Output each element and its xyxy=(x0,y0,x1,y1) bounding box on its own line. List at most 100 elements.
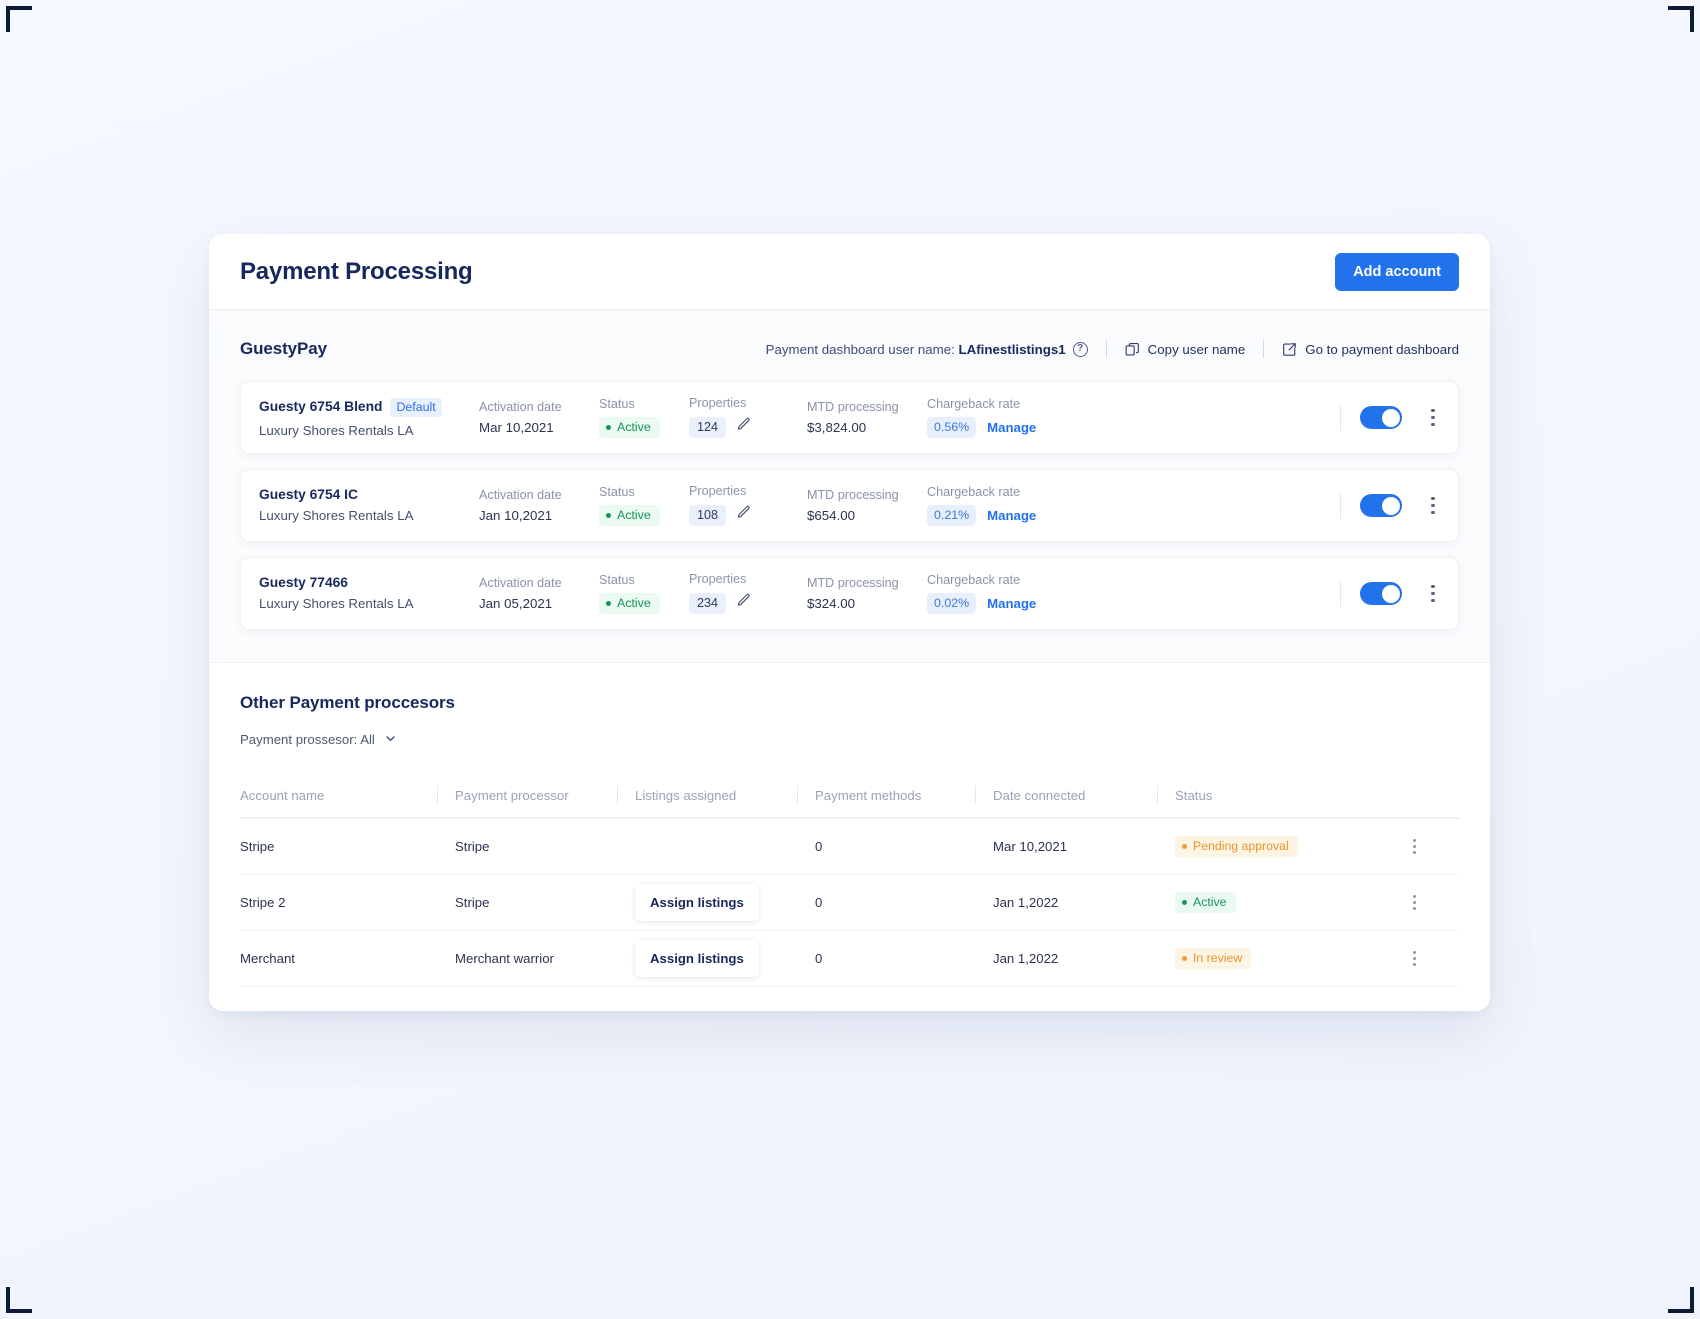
properties-count: 108 xyxy=(689,505,727,526)
activation-date-value: Jan 10,2021 xyxy=(479,507,553,523)
edit-pencil-icon[interactable] xyxy=(736,593,751,613)
manage-link[interactable]: Manage xyxy=(987,596,1036,611)
properties-label: Properties xyxy=(689,396,747,411)
properties-row: 124 xyxy=(689,417,807,438)
account-name: Guesty 6754 IC xyxy=(259,487,358,503)
account-card[interactable]: Guesty 77466 Luxury Shores Rentals LA Ac… xyxy=(240,557,1459,630)
crop-mark-top-right xyxy=(1668,6,1694,32)
status-cell: Status Active xyxy=(599,573,689,614)
chargeback-rate: 0.02% xyxy=(927,593,977,614)
cell-listings-assigned: Assign listings xyxy=(617,884,797,921)
go-to-payment-dashboard-button[interactable]: Go to payment dashboard xyxy=(1282,342,1459,357)
other-processors-title: Other Payment proccesors xyxy=(240,693,455,712)
cell-date-connected: Jan 1,2022 xyxy=(993,895,1059,910)
chargeback-label: Chargeback rate xyxy=(927,396,1021,411)
copy-icon xyxy=(1125,342,1140,357)
properties-cell: Properties 124 xyxy=(689,396,807,438)
properties-row: 234 xyxy=(689,593,807,614)
cell-payment-processor: Stripe xyxy=(455,839,490,854)
account-overflow-menu-button[interactable] xyxy=(1416,577,1450,611)
status-badge: Active xyxy=(1175,892,1236,913)
row-overflow-menu-button[interactable] xyxy=(1400,945,1428,973)
table-row[interactable]: Merchant Merchant warrior Assign listing… xyxy=(240,930,1459,986)
status-label: Status xyxy=(599,396,635,411)
question-circle-icon[interactable]: ? xyxy=(1072,341,1088,357)
chevron-down-icon xyxy=(384,732,397,748)
cell-payment-methods: 0 xyxy=(815,895,823,910)
account-card-controls xyxy=(1340,401,1450,435)
assign-listings-button[interactable]: Assign listings xyxy=(635,940,759,977)
manage-link[interactable]: Manage xyxy=(987,508,1036,523)
crop-mark-bottom-left xyxy=(6,1287,32,1313)
status-dot-icon xyxy=(606,424,611,430)
status-text: In review xyxy=(1193,951,1243,966)
activation-date-label: Activation date xyxy=(479,576,562,591)
account-overflow-menu-button[interactable] xyxy=(1416,401,1450,435)
account-enabled-toggle[interactable] xyxy=(1360,406,1402,429)
properties-row: 108 xyxy=(689,505,807,526)
mtd-label: MTD processing xyxy=(807,400,899,415)
mtd-value: $654.00 xyxy=(807,507,856,523)
divider xyxy=(1340,404,1341,431)
chargeback-rate: 0.56% xyxy=(927,417,977,438)
status-cell: Status Active xyxy=(599,396,689,438)
cell-date-connected: Jan 1,2022 xyxy=(993,951,1059,966)
status-badge: Active xyxy=(599,593,660,614)
payment-processor-filter[interactable]: Payment prossesor: All xyxy=(240,732,397,748)
account-card[interactable]: Guesty 6754 IC Luxury Shores Rentals LA … xyxy=(240,469,1459,542)
edit-pencil-icon[interactable] xyxy=(736,505,751,525)
table-row[interactable]: Stripe Stripe 0 Mar 10,2021 Pending appr… xyxy=(240,818,1459,874)
assign-listings-button[interactable]: Assign listings xyxy=(635,884,759,921)
guestypay-section: GuestyPay Payment dashboard user name: L… xyxy=(209,310,1490,663)
divider xyxy=(1340,492,1341,519)
table-row[interactable]: Stripe 2 Stripe Assign listings 0 Jan 1,… xyxy=(240,874,1459,930)
properties-cell: Properties 108 xyxy=(689,485,807,526)
account-card[interactable]: Guesty 6754 Blend Default Luxury Shores … xyxy=(240,381,1459,454)
account-name: Guesty 6754 Blend xyxy=(259,399,383,415)
account-name: Guesty 77466 xyxy=(259,575,348,591)
column-header-listings-assigned: Listings assigned xyxy=(617,788,797,803)
account-card-list: Guesty 6754 Blend Default Luxury Shores … xyxy=(240,381,1459,630)
edit-pencil-icon[interactable] xyxy=(736,417,751,437)
mtd-processing-cell: MTD processing $654.00 xyxy=(807,489,927,522)
manage-link[interactable]: Manage xyxy=(987,420,1036,435)
activation-date-cell: Activation date Jan 05,2021 xyxy=(479,577,599,610)
app-background: Payment Processing Add account GuestyPay… xyxy=(0,0,1700,1319)
page-header: Payment Processing Add account xyxy=(209,234,1490,310)
add-account-button[interactable]: Add account xyxy=(1335,252,1459,291)
mtd-value: $324.00 xyxy=(807,595,856,611)
column-header-payment-methods: Payment methods xyxy=(797,788,975,803)
status-badge: In review xyxy=(1175,948,1252,969)
mtd-value: $3,824.00 xyxy=(807,419,867,435)
account-subtitle: Luxury Shores Rentals LA xyxy=(259,596,414,612)
guestypay-actions: Payment dashboard user name: LAfinestlis… xyxy=(766,340,1459,358)
account-subtitle: Luxury Shores Rentals LA xyxy=(259,422,414,438)
activation-date-label: Activation date xyxy=(479,488,562,503)
account-overflow-menu-button[interactable] xyxy=(1416,489,1450,523)
status-label: Status xyxy=(599,484,635,499)
divider xyxy=(1105,340,1107,358)
activation-date-cell: Activation date Jan 10,2021 xyxy=(479,489,599,522)
page-title: Payment Processing xyxy=(240,257,473,285)
status-dot-icon xyxy=(1182,899,1187,905)
default-badge: Default xyxy=(390,398,442,417)
go-to-payment-dashboard-label: Go to payment dashboard xyxy=(1305,341,1459,357)
mtd-label: MTD processing xyxy=(807,576,899,591)
chargeback-rate: 0.21% xyxy=(927,505,977,526)
cell-status: In review xyxy=(1157,948,1385,969)
activation-date-label: Activation date xyxy=(479,400,562,415)
status-dot-icon xyxy=(606,600,611,606)
account-card-controls xyxy=(1340,577,1450,611)
activation-date-value: Mar 10,2021 xyxy=(479,419,554,435)
row-overflow-menu-button[interactable] xyxy=(1400,833,1428,861)
account-identity: Guesty 6754 IC Luxury Shores Rentals LA xyxy=(259,488,479,522)
cell-actions xyxy=(1385,889,1443,917)
copy-user-name-button[interactable]: Copy user name xyxy=(1125,342,1245,357)
properties-cell: Properties 234 xyxy=(689,573,807,614)
account-enabled-toggle[interactable] xyxy=(1360,494,1402,517)
activation-date-value: Jan 05,2021 xyxy=(479,595,553,611)
row-overflow-menu-button[interactable] xyxy=(1400,889,1428,917)
cell-account-name: Stripe 2 xyxy=(240,895,286,910)
account-enabled-toggle[interactable] xyxy=(1360,582,1402,605)
chargeback-cell: Chargeback rate 0.21% Manage xyxy=(927,485,1127,526)
